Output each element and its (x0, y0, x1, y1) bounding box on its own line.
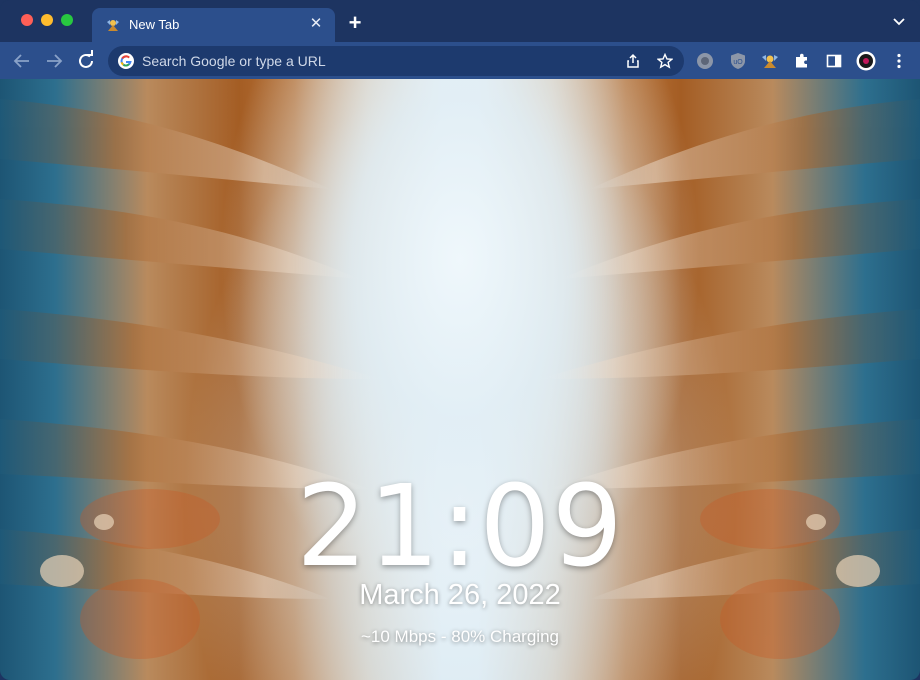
connection-battery-status: ~10 Mbps - 80% Charging (361, 627, 559, 646)
new-tab-extension-icon[interactable] (761, 52, 779, 70)
tab-new-tab[interactable]: New Tab ✕ (92, 8, 335, 42)
clock-time: 21:09 (296, 462, 624, 592)
bookmark-star-icon[interactable] (657, 53, 673, 69)
puzzle-extensions-icon[interactable] (793, 52, 811, 70)
share-icon[interactable] (625, 53, 641, 69)
minimize-window-button[interactable] (41, 14, 53, 26)
side-panel-icon[interactable] (825, 52, 843, 70)
extension-grey-icon[interactable] (696, 52, 714, 70)
profile-avatar-icon[interactable] (856, 51, 876, 71)
extension-favicon-icon (107, 20, 119, 31)
close-icon[interactable]: ✕ (307, 15, 325, 33)
title-bar: New Tab ✕ + (0, 0, 920, 42)
ublock-origin-icon[interactable]: uO (729, 52, 747, 70)
chevron-down-icon[interactable] (892, 14, 906, 28)
forward-arrow-icon[interactable] (42, 49, 66, 73)
more-menu-icon[interactable] (890, 52, 908, 70)
new-tab-button[interactable]: + (344, 12, 366, 34)
tab-title: New Tab (129, 17, 180, 32)
svg-text:uO: uO (733, 59, 743, 66)
address-bar[interactable]: Search Google or type a URL (108, 46, 684, 76)
address-bar-placeholder: Search Google or type a URL (142, 53, 326, 69)
browser-window: New Tab ✕ + Search Google or type a URL … (0, 0, 920, 680)
close-window-button[interactable] (21, 14, 33, 26)
back-arrow-icon[interactable] (10, 49, 34, 73)
toolbar: Search Google or type a URL uO (0, 42, 920, 79)
reload-icon[interactable] (74, 49, 98, 73)
clock-date: March 26, 2022 (359, 579, 561, 611)
google-logo-icon (118, 53, 134, 69)
new-tab-page: 21:09 March 26, 2022 ~10 Mbps - 80% Char… (0, 79, 920, 680)
zoom-window-button[interactable] (61, 14, 73, 26)
